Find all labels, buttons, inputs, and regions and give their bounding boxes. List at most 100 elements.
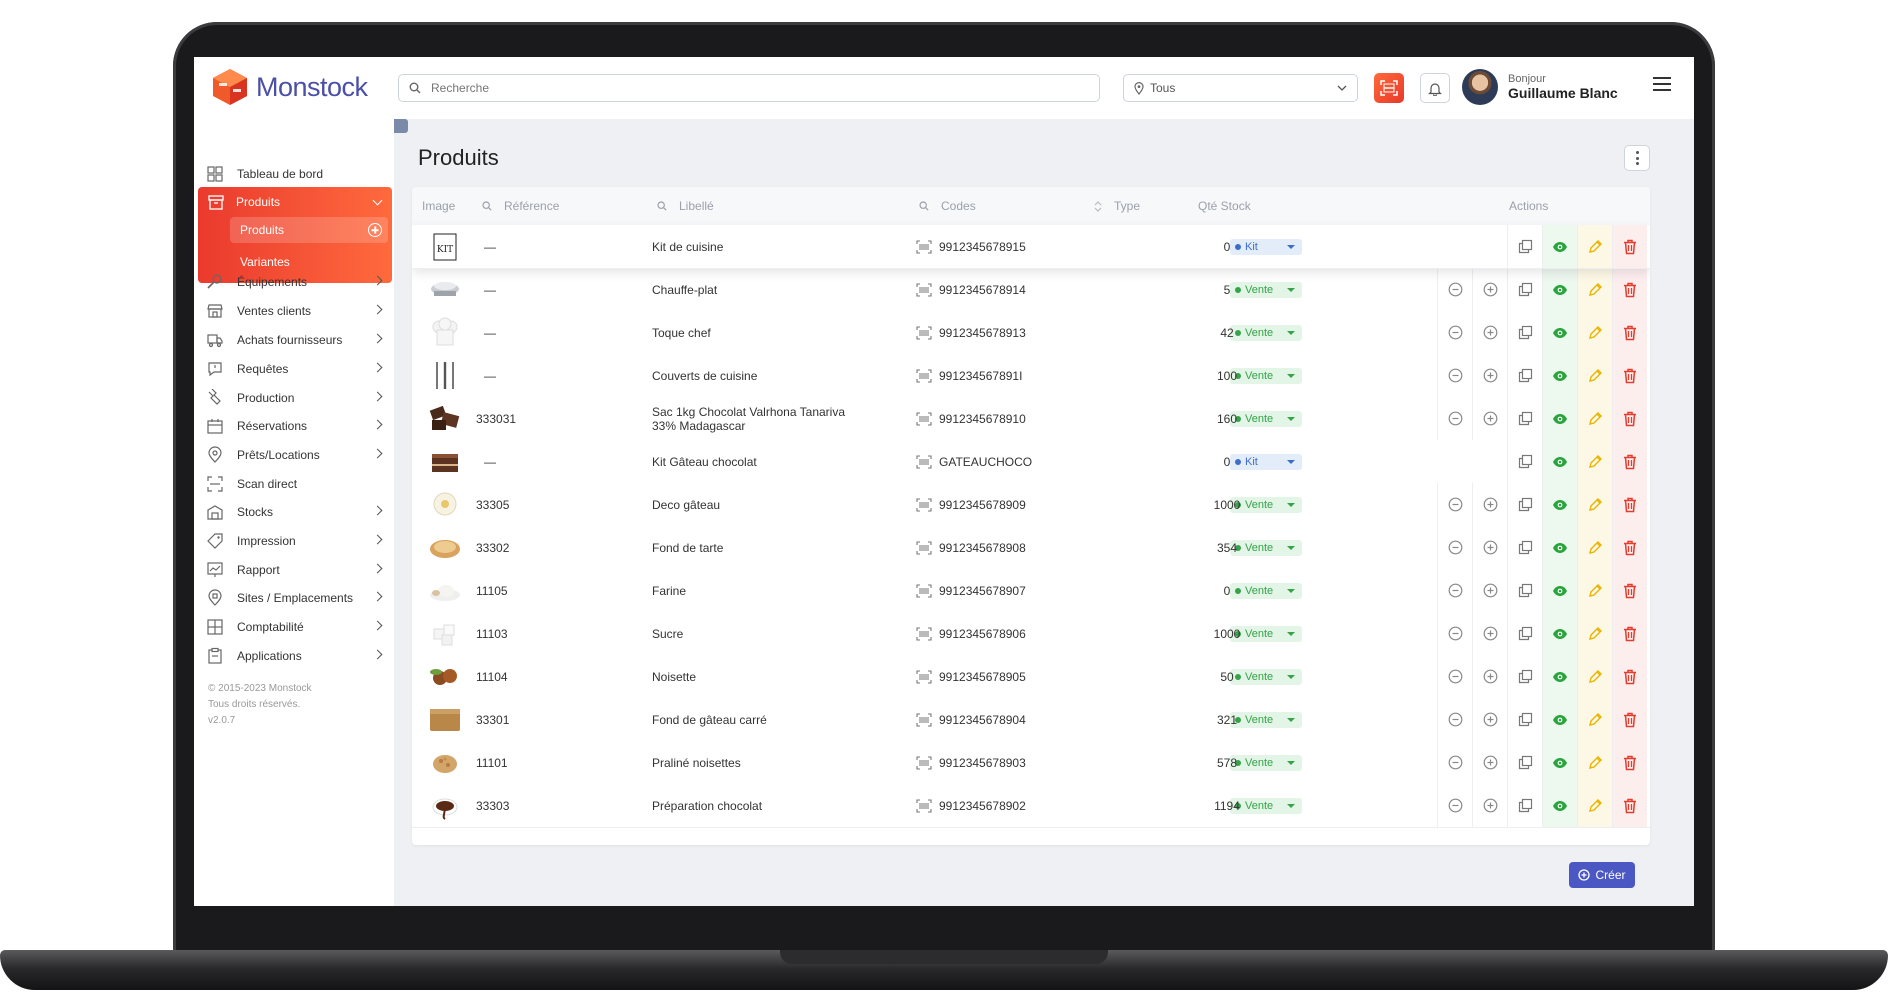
sidebar-item-impression[interactable]: Impression [194,526,394,556]
add-product-icon[interactable] [368,223,382,237]
duplicate-button[interactable] [1507,526,1542,569]
delete-button[interactable] [1612,569,1647,612]
delete-button[interactable] [1612,354,1647,397]
duplicate-button[interactable] [1507,741,1542,784]
search-input[interactable] [429,80,1033,96]
sidebar-item-achats-fournisseurs[interactable]: Achats fournisseurs [194,325,394,355]
edit-button[interactable] [1577,612,1612,655]
increase-stock-button[interactable] [1472,569,1507,612]
column-header-type[interactable]: Type [1094,199,1140,213]
table-row[interactable]: KIT — Kit de cuisine 9912345678915 Kit 0 [412,225,1650,269]
table-row[interactable]: 33305 Deco gâteau 9912345678909 Vente 1000 [412,483,1650,527]
sidebar-item-comptabilite[interactable]: Comptabilité [194,612,394,642]
collapse-sidebar-button[interactable] [394,119,408,133]
decrease-stock-button[interactable] [1437,569,1472,612]
edit-button[interactable] [1577,569,1612,612]
edit-button[interactable] [1577,526,1612,569]
site-filter-select[interactable]: Tous [1123,74,1358,102]
sidebar-item-stocks[interactable]: Stocks [194,497,394,527]
notifications-button[interactable] [1420,73,1450,103]
decrease-stock-button[interactable] [1437,483,1472,526]
column-header-reference[interactable]: Référence [482,199,559,213]
sidebar-item-equipements[interactable]: Équipements [194,267,394,297]
delete-button[interactable] [1612,397,1647,440]
view-button[interactable] [1542,569,1577,612]
edit-button[interactable] [1577,268,1612,311]
duplicate-button[interactable] [1507,354,1542,397]
delete-button[interactable] [1612,741,1647,784]
create-button[interactable]: Créer [1569,862,1635,888]
edit-button[interactable] [1577,784,1612,827]
view-button[interactable] [1542,440,1577,483]
duplicate-button[interactable] [1507,397,1542,440]
delete-button[interactable] [1612,483,1647,526]
duplicate-button[interactable] [1507,440,1542,483]
view-button[interactable] [1542,354,1577,397]
duplicate-button[interactable] [1507,225,1542,268]
sidebar-item-requetes[interactable]: Requêtes [194,354,394,384]
duplicate-button[interactable] [1507,655,1542,698]
decrease-stock-button[interactable] [1437,268,1472,311]
decrease-stock-button[interactable] [1437,311,1472,354]
view-button[interactable] [1542,526,1577,569]
table-row[interactable]: — Chauffe-plat 9912345678914 Vente 5 [412,268,1650,312]
table-row[interactable]: 33301 Fond de gâteau carré 9912345678904 Ve… [412,698,1650,742]
table-row[interactable]: — Kit Gâteau chocolat GATEAUCHOCO Kit 0 [412,440,1650,484]
edit-button[interactable] [1577,440,1612,483]
search-box[interactable] [398,74,1100,102]
increase-stock-button[interactable] [1472,354,1507,397]
table-row[interactable]: 11104 Noisette 9912345678905 Vente 50 [412,655,1650,699]
delete-button[interactable] [1612,612,1647,655]
increase-stock-button[interactable] [1472,483,1507,526]
table-row[interactable]: 33303 Préparation chocolat 9912345678902 Ve… [412,784,1650,828]
view-button[interactable] [1542,397,1577,440]
edit-button[interactable] [1577,311,1612,354]
edit-button[interactable] [1577,741,1612,784]
view-button[interactable] [1542,311,1577,354]
view-button[interactable] [1542,698,1577,741]
table-row[interactable]: 333031 Sac 1kg Chocolat Valrhona Tanariva… [412,397,1650,441]
edit-button[interactable] [1577,354,1612,397]
delete-button[interactable] [1612,526,1647,569]
delete-button[interactable] [1612,268,1647,311]
decrease-stock-button[interactable] [1437,612,1472,655]
hamburger-menu-icon[interactable] [1653,77,1671,91]
duplicate-button[interactable] [1507,698,1542,741]
table-row[interactable]: — Couverts de cuisine 991234567891I Vente 10… [412,354,1650,398]
scan-button[interactable] [1374,73,1404,103]
sidebar-item-rapport[interactable]: Rapport [194,555,394,585]
view-button[interactable] [1542,225,1577,268]
edit-button[interactable] [1577,698,1612,741]
increase-stock-button[interactable] [1472,784,1507,827]
increase-stock-button[interactable] [1472,311,1507,354]
logo[interactable]: Monstock [210,67,368,107]
increase-stock-button[interactable] [1472,397,1507,440]
edit-button[interactable] [1577,483,1612,526]
view-button[interactable] [1542,784,1577,827]
increase-stock-button[interactable] [1472,698,1507,741]
increase-stock-button[interactable] [1472,741,1507,784]
sidebar-item-tableau-de-bord[interactable]: Tableau de bord [194,159,394,189]
sidebar-item-ventes-clients[interactable]: Ventes clients [194,296,394,326]
increase-stock-button[interactable] [1472,655,1507,698]
column-header-stock[interactable]: Qté Stock [1198,199,1251,213]
increase-stock-button[interactable] [1472,612,1507,655]
decrease-stock-button[interactable] [1437,784,1472,827]
decrease-stock-button[interactable] [1437,698,1472,741]
edit-button[interactable] [1577,655,1612,698]
view-button[interactable] [1542,612,1577,655]
more-options-button[interactable] [1624,145,1650,171]
duplicate-button[interactable] [1507,483,1542,526]
delete-button[interactable] [1612,225,1647,268]
view-button[interactable] [1542,483,1577,526]
sidebar-item-production[interactable]: Production [194,383,394,413]
user-profile[interactable]: Bonjour Guillaume Blanc [1462,69,1618,105]
decrease-stock-button[interactable] [1437,397,1472,440]
increase-stock-button[interactable] [1472,526,1507,569]
decrease-stock-button[interactable] [1437,655,1472,698]
duplicate-button[interactable] [1507,784,1542,827]
sidebar-item-prets-locations[interactable]: Prêts/Locations [194,440,394,470]
edit-button[interactable] [1577,225,1612,268]
duplicate-button[interactable] [1507,268,1542,311]
delete-button[interactable] [1612,655,1647,698]
